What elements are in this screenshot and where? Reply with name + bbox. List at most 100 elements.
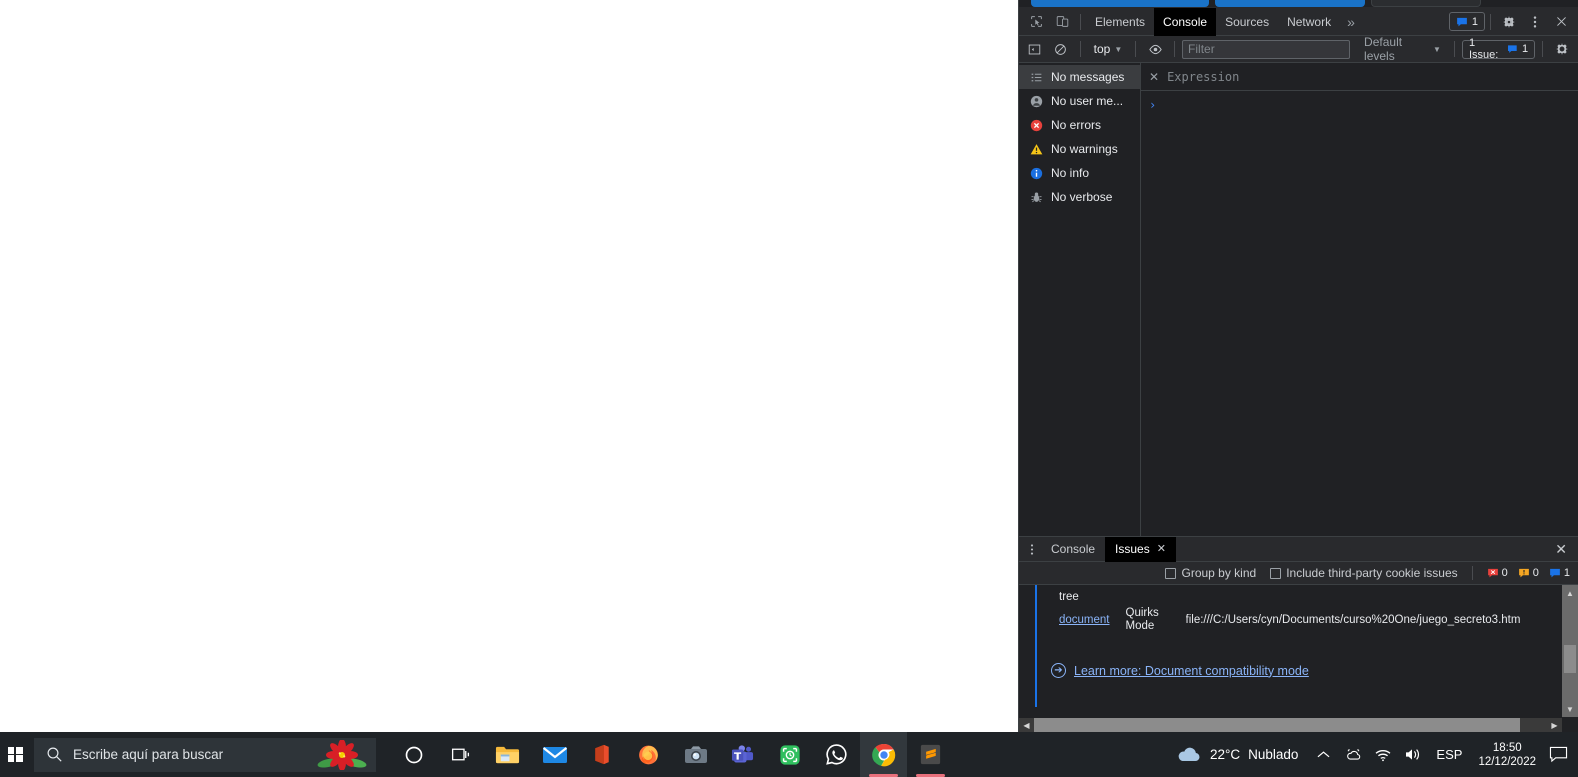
sidebar-item-label: No verbose [1051,190,1113,204]
office-icon[interactable] [578,732,625,777]
browser-tab[interactable] [1215,0,1365,7]
weather-temperature: 22°C [1209,747,1241,762]
third-party-cookie-checkbox[interactable]: Include third-party cookie issues [1270,566,1458,580]
clock-time: 18:50 [1492,741,1522,754]
onedrive-icon[interactable] [1338,732,1368,777]
scrollbar-thumb[interactable] [1564,645,1576,673]
wifi-icon[interactable] [1368,732,1398,777]
console-prompt[interactable]: › [1141,91,1578,536]
sidebar-item-label: No errors [1051,118,1102,132]
console-sidebar-toggle-icon[interactable] [1023,37,1047,61]
drawer-tab-issues[interactable]: Issues ✕ [1105,536,1176,562]
issues-counter-value: 1 [1471,15,1478,28]
browser-tab-strip [1019,0,1578,8]
scroll-up-arrow-icon[interactable]: ▲ [1562,585,1578,601]
sidebar-item-verbose[interactable]: No verbose [1019,185,1140,209]
toolbar-divider [1542,41,1544,57]
taskbar-search-input[interactable]: Escribe aquí para buscar [34,737,376,772]
live-expression-placeholder[interactable]: Expression [1167,70,1239,84]
checkbox-box [1270,567,1282,579]
tab-sources[interactable]: Sources [1216,8,1278,36]
windows-logo [7,747,23,762]
close-expression-icon[interactable]: ✕ [1149,70,1159,84]
sidebar-item-label: No messages [1051,70,1125,84]
firefox-icon[interactable] [625,732,672,777]
tab-network[interactable]: Network [1278,8,1340,36]
console-filter-input[interactable] [1182,39,1351,59]
clear-console-icon[interactable] [1049,37,1073,61]
scroll-left-arrow-icon[interactable]: ◀ [1019,718,1034,733]
live-expression-eye-icon[interactable] [1143,37,1167,61]
learn-more-link[interactable]: Learn more: Document compatibility mode [1074,664,1309,678]
sidebar-item-user-messages[interactable]: No user me... [1019,89,1140,113]
language-indicator[interactable]: ESP [1428,747,1470,762]
browser-tab[interactable] [1371,0,1481,7]
screen-recorder-icon[interactable] [766,732,813,777]
camera-icon[interactable] [672,732,719,777]
gear-icon[interactable] [1496,10,1522,34]
issue-count-errors: 0 [1487,567,1508,579]
web-page-content [0,0,1018,732]
devtools-main-toolbar: Elements Console Sources Network » 1 [1019,7,1578,36]
toolbar-divider [1453,41,1455,57]
microsoft-teams-icon[interactable] [719,732,766,777]
console-body: No messages No user me... No errors No w… [1019,63,1578,536]
tab-elements[interactable]: Elements [1086,8,1154,36]
chevron-up-icon[interactable] [1308,732,1338,777]
more-options-icon[interactable] [1522,10,1548,34]
notification-icon[interactable] [1544,732,1572,777]
sidebar-item-warnings[interactable]: No warnings [1019,137,1140,161]
console-main: ✕ Expression › [1141,63,1578,536]
affected-resource-row: document Quirks Mode file:///C:/Users/cy… [1019,605,1562,635]
drawer-tab-console[interactable]: Console [1041,537,1105,562]
file-explorer-icon[interactable] [484,732,531,777]
more-tabs-button[interactable]: » [1340,8,1362,36]
issues-horizontal-scrollbar[interactable]: ◀ ▶ [1019,717,1578,733]
task-view-icon[interactable] [437,732,484,777]
issue-count-warnings-value: 0 [1532,567,1539,579]
scroll-down-arrow-icon[interactable]: ▼ [1562,701,1578,717]
whatsapp-icon[interactable] [813,732,860,777]
close-drawer-icon[interactable]: ✕ [1548,541,1574,558]
taskbar-clock[interactable]: 18:50 12/12/2022 [1470,741,1544,769]
sublime-text-icon[interactable] [907,732,954,777]
issues-summary-label: 1 Issue: [1468,37,1499,61]
weather-widget[interactable]: 22°C Nublado [1166,746,1308,764]
device-toolbar-icon[interactable] [1049,10,1075,34]
warning-issue-icon [1518,568,1529,578]
windows-start-icon[interactable] [0,732,30,777]
issues-vertical-scrollbar[interactable]: ▲ ▼ [1562,585,1578,717]
group-by-kind-label: Group by kind [1181,566,1257,580]
scroll-right-arrow-icon[interactable]: ▶ [1547,718,1562,733]
close-icon[interactable] [1548,10,1574,34]
scrollbar-thumb[interactable] [1034,717,1520,733]
learn-more-row[interactable]: ➔ Learn more: Document compatibility mod… [1051,663,1309,678]
scrollbar-track[interactable] [1034,717,1547,733]
log-levels-selector[interactable]: Default levels ▼ [1358,35,1447,63]
inspect-element-icon[interactable] [1023,10,1049,34]
execution-context-selector[interactable]: top ▼ [1088,39,1129,59]
affected-resources-header: tree [1059,591,1079,603]
gear-icon[interactable] [1550,37,1574,61]
issue-count-info-value: 1 [1563,567,1570,579]
close-issues-tab-icon[interactable]: ✕ [1157,537,1166,562]
sidebar-item-messages[interactable]: No messages [1019,65,1140,89]
checkbox-box [1165,567,1177,579]
tab-console[interactable]: Console [1154,7,1217,36]
warning-icon [1029,142,1043,156]
clock-date: 12/12/2022 [1478,755,1536,768]
speaker-icon[interactable] [1398,732,1428,777]
issues-counter-button[interactable]: 1 [1448,12,1485,31]
google-chrome-icon[interactable] [860,732,907,777]
affected-resource-link[interactable]: document [1059,614,1110,626]
sidebar-item-errors[interactable]: No errors [1019,113,1140,137]
issues-summary-button[interactable]: 1 Issue: 1 [1461,37,1536,61]
browser-tab[interactable] [1031,0,1209,7]
sidebar-item-info[interactable]: No info [1019,161,1140,185]
error-icon [1029,118,1043,132]
group-by-kind-checkbox[interactable]: Group by kind [1165,566,1256,580]
mail-icon[interactable] [531,732,578,777]
issue-count-warnings: 0 [1518,567,1539,579]
drawer-more-options-icon[interactable] [1023,543,1041,556]
cortana-icon[interactable] [390,732,437,777]
